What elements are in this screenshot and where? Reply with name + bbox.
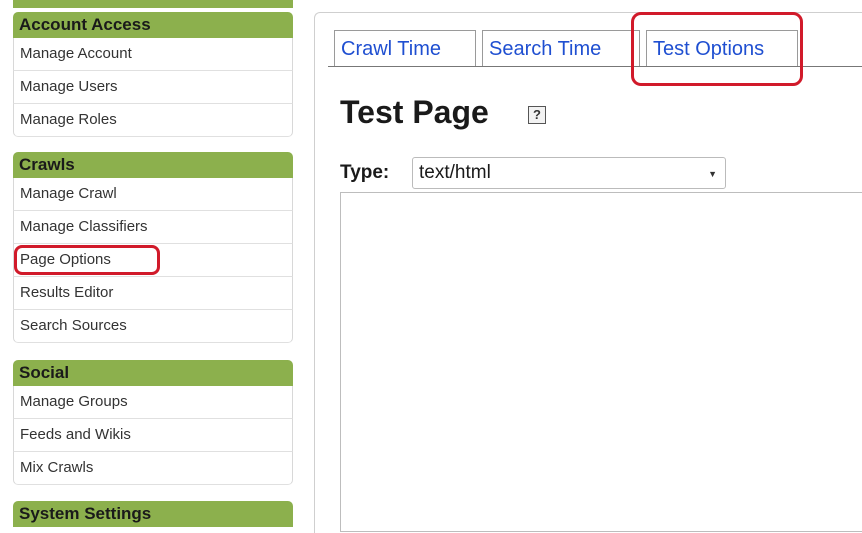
sidebar-item-results-editor[interactable]: Results Editor <box>13 277 293 310</box>
sidebar-item-manage-crawl[interactable]: Manage Crawl <box>13 178 293 211</box>
account-access-group: Account Access Manage Account Manage Use… <box>13 12 293 137</box>
sidebar-item-mix-crawls[interactable]: Mix Crawls <box>13 452 293 485</box>
account-access-header: Account Access <box>13 12 293 38</box>
social-group: Social Manage Groups Feeds and Wikis Mix… <box>13 360 293 485</box>
sidebar-item-manage-classifiers[interactable]: Manage Classifiers <box>13 211 293 244</box>
tab-search-time[interactable]: Search Time <box>482 30 640 66</box>
sidebar-top-edge <box>13 0 293 8</box>
type-label: Type: <box>340 162 390 183</box>
help-icon[interactable]: ? <box>528 106 546 124</box>
main-panel: Crawl Time Search Time Test Options Test… <box>314 0 862 533</box>
sidebar: Account Access Manage Account Manage Use… <box>0 0 300 527</box>
chevron-down-icon: ▼ <box>708 169 717 179</box>
page-title: Test Page <box>340 94 489 130</box>
sidebar-item-manage-groups[interactable]: Manage Groups <box>13 386 293 419</box>
sidebar-item-manage-roles[interactable]: Manage Roles <box>13 104 293 137</box>
social-header: Social <box>13 360 293 386</box>
sidebar-item-feeds-and-wikis[interactable]: Feeds and Wikis <box>13 419 293 452</box>
type-select-value: text/html <box>419 162 491 183</box>
system-settings-group: System Settings <box>13 501 293 527</box>
type-select[interactable]: text/html ▼ <box>412 157 726 189</box>
test-content-textarea[interactable] <box>340 192 862 532</box>
crawls-group: Crawls Manage Crawl Manage Classifiers P… <box>13 152 293 343</box>
system-settings-header[interactable]: System Settings <box>13 501 293 527</box>
sidebar-item-manage-account[interactable]: Manage Account <box>13 38 293 71</box>
tab-crawl-time[interactable]: Crawl Time <box>334 30 476 66</box>
sidebar-item-page-options[interactable]: Page Options <box>13 244 293 277</box>
test-options-highlight-ring <box>631 12 803 86</box>
crawls-header: Crawls <box>13 152 293 178</box>
page-options-highlight-ring <box>14 245 160 275</box>
sidebar-item-search-sources[interactable]: Search Sources <box>13 310 293 343</box>
sidebar-item-manage-users[interactable]: Manage Users <box>13 71 293 104</box>
